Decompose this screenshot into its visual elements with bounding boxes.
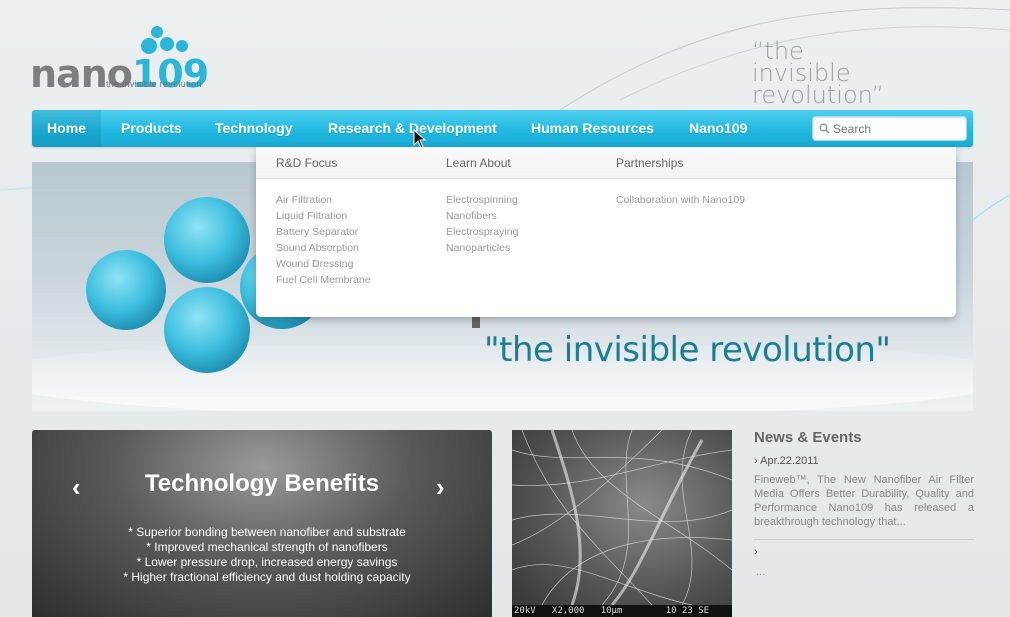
- benefits-title: Technology Benefits: [144, 470, 380, 497]
- technology-benefits-slider: ‹ Technology Benefits › * Superior bondi…: [32, 430, 492, 617]
- nav-human-resources[interactable]: Human Resources: [531, 110, 654, 147]
- dropdown-item-liquid-filtration[interactable]: Liquid Filtration: [276, 208, 371, 224]
- dropdown-item-air-filtration[interactable]: Air Filtration: [276, 192, 371, 208]
- dropdown-item-nanofibers[interactable]: Nanofibers: [446, 208, 518, 224]
- dropdown-item-battery-separator[interactable]: Battery Separator: [276, 224, 371, 240]
- search-box: [812, 116, 967, 141]
- dropdown-item-collaboration[interactable]: Collaboration with Nano109: [616, 192, 745, 208]
- rnd-focus-list: Air Filtration Liquid Filtration Battery…: [276, 192, 371, 288]
- sem-caption: 20kV X2,000 10µm 10 23 SE: [512, 605, 732, 617]
- nav-nano109[interactable]: Nano109: [689, 110, 747, 147]
- nav-home[interactable]: Home: [32, 110, 101, 147]
- search-icon: [819, 123, 830, 134]
- dropdown-item-sound-absorption[interactable]: Sound Absorption: [276, 240, 371, 256]
- hero-quote: "the invisible revolution": [484, 330, 891, 370]
- benefit-item: * Lower pressure drop, increased energy …: [136, 555, 398, 569]
- dropdown-title-rnd-focus[interactable]: R&D Focus: [276, 156, 337, 170]
- nav-technology[interactable]: Technology: [215, 110, 293, 147]
- logo-tagline: the invisible revolution: [106, 79, 202, 89]
- rnd-dropdown-menu: R&D Focus Learn About Partnerships Air F…: [256, 147, 956, 317]
- logo-wordmark: nano109: [30, 52, 209, 96]
- main-navigation: Home Products Technology Research & Deve…: [32, 110, 973, 147]
- benefit-item: * Superior bonding between nanofiber and…: [128, 525, 406, 539]
- nav-products[interactable]: Products: [121, 110, 182, 147]
- header-tagline: “the invisible revolution”: [752, 39, 982, 109]
- benefits-list: * Superior bonding between nanofiber and…: [32, 525, 492, 585]
- news-date-link[interactable]: › Apr.22.2011: [754, 455, 819, 467]
- nanofiber-texture: [512, 430, 732, 605]
- dropdown-item-nanoparticles[interactable]: Nanoparticles: [446, 240, 518, 256]
- news-ellipsis: ...: [756, 566, 766, 578]
- benefit-item: * Higher fractional efficiency and dust …: [123, 570, 411, 584]
- dropdown-title-partnerships[interactable]: Partnerships: [616, 156, 683, 170]
- tagline-line-2: invisible revolution”: [752, 59, 884, 109]
- dropdown-title-learn-about[interactable]: Learn About: [446, 156, 511, 170]
- mouse-cursor-icon: [413, 129, 427, 149]
- news-body: Fineweb™, The New Nanofiber Air Filter M…: [754, 474, 974, 528]
- dropdown-item-electrospraying[interactable]: Electrospraying: [446, 224, 518, 240]
- search-input[interactable]: [833, 120, 963, 138]
- site-logo[interactable]: nano109 the invisible revolution: [30, 24, 220, 96]
- next-slide-button[interactable]: ›: [436, 474, 445, 500]
- benefit-item: * Improved mechanical strength of nanofi…: [146, 540, 388, 554]
- dropdown-header: [256, 147, 956, 179]
- news-divider: [754, 539, 974, 540]
- dropdown-item-wound-dressing[interactable]: Wound Dressing: [276, 256, 371, 272]
- partnerships-list: Collaboration with Nano109: [616, 192, 745, 208]
- dropdown-item-fuel-cell-membrane[interactable]: Fuel Cell Membrane: [276, 272, 371, 288]
- news-events-title: News & Events: [754, 429, 862, 446]
- learn-about-list: Electrospinning Nanofibers Electrosprayi…: [446, 192, 518, 256]
- dropdown-item-electrospinning[interactable]: Electrospinning: [446, 192, 518, 208]
- news-next-link[interactable]: ›: [754, 546, 758, 558]
- nanofiber-sem-image: 20kV X2,000 10µm 10 23 SE: [512, 430, 732, 617]
